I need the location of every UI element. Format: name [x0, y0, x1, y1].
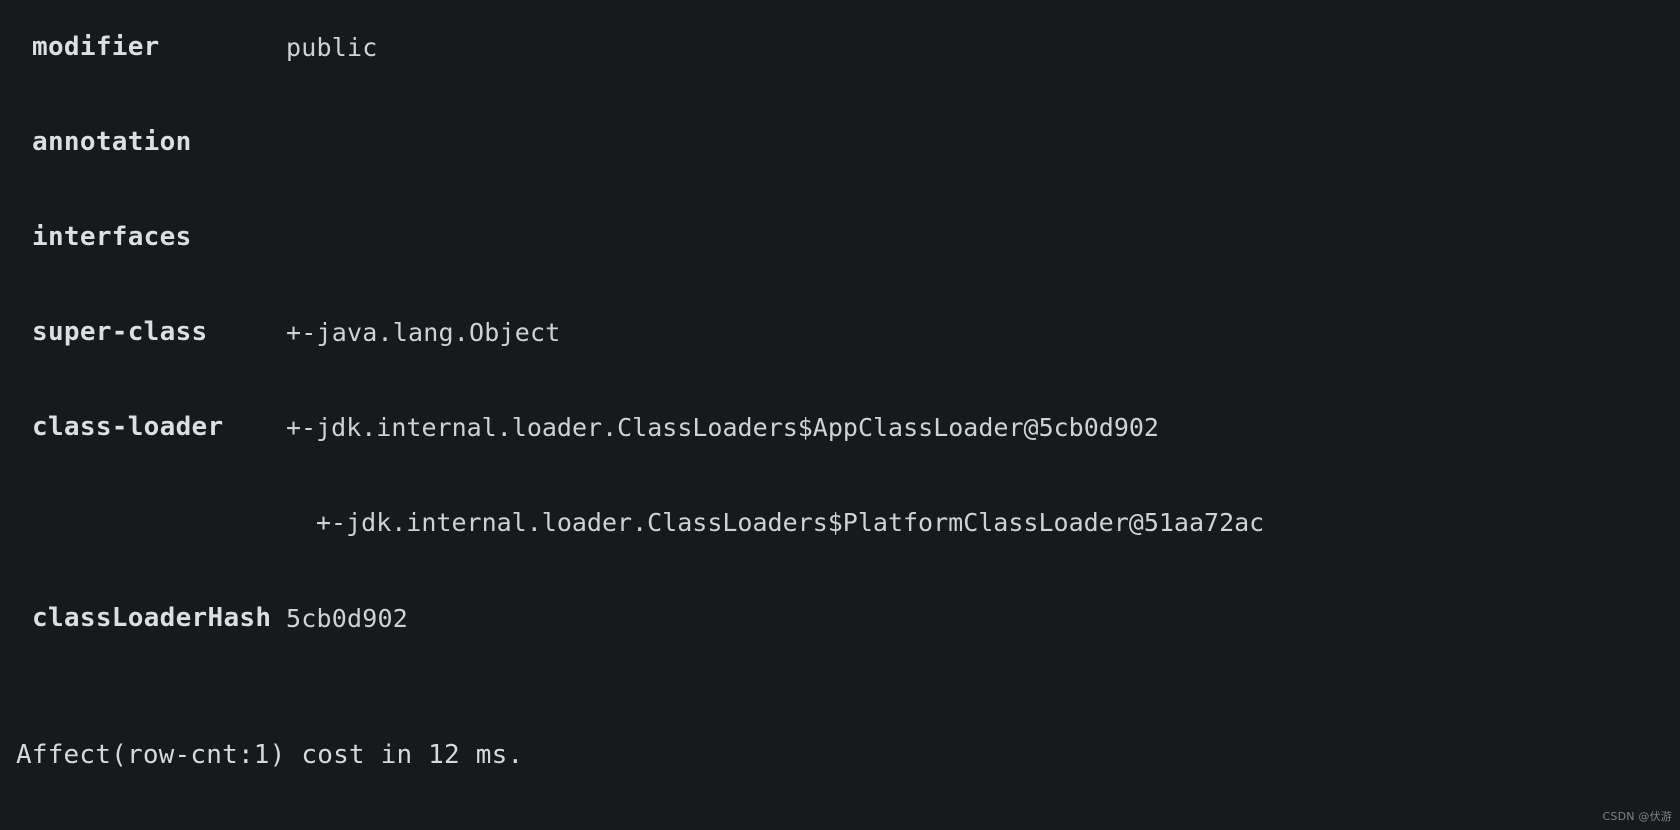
row-label-class-loader: class-loader: [32, 412, 224, 442]
class-loader-line-platform: +-jdk.internal.loader.ClassLoaders$Platf…: [316, 508, 1265, 537]
row-value-class-loader-hash: 5cb0d902: [286, 604, 409, 633]
csdn-watermark: CSDN @伏游: [1602, 810, 1672, 823]
table-row-annotation: annotation: [0, 95, 1680, 190]
row-label-annotation: annotation: [32, 127, 192, 157]
row-label-class-loader-hash: classLoaderHash: [32, 603, 272, 633]
class-detail-table: modifier public annotation interfaces su…: [0, 0, 1680, 666]
terminal-output-panel: modifier public annotation interfaces su…: [0, 0, 1680, 830]
row-label-modifier: modifier: [32, 32, 160, 62]
table-row-super-class: super-class +-java.lang.Object: [0, 285, 1680, 380]
table-row-interfaces: interfaces: [0, 190, 1680, 285]
row-label-super-class: super-class: [32, 317, 208, 347]
status-line: Affect(row-cnt:1) cost in 12 ms.: [16, 740, 524, 770]
class-loader-line-app: +-jdk.internal.loader.ClassLoaders$AppCl…: [286, 413, 1159, 442]
row-value-super-class: +-java.lang.Object: [286, 318, 561, 347]
table-row-modifier: modifier public: [0, 0, 1680, 95]
row-label-interfaces: interfaces: [32, 222, 192, 252]
table-row-class-loader-hash: classLoaderHash 5cb0d902: [0, 571, 1680, 666]
row-value-modifier: public: [286, 33, 378, 62]
table-row-class-loader: class-loader +-jdk.internal.loader.Class…: [0, 380, 1680, 571]
row-value-class-loader: +-jdk.internal.loader.ClassLoaders$AppCl…: [286, 380, 1264, 570]
